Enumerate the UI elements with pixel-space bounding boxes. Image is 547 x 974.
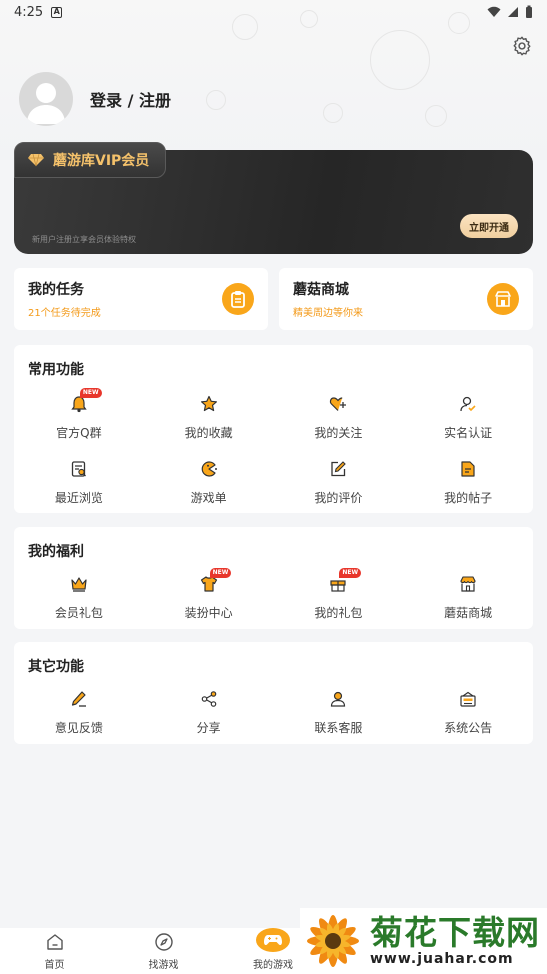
common-functions-card: 常用功能 NEW 官方Q群 我的收藏 我的关注 实名认证 最近浏览 游戏单 我的…	[14, 345, 533, 513]
gamepad-icon	[256, 928, 290, 952]
grid-item-label: 装扮中心	[184, 606, 233, 620]
grid-item-label: 系统公告	[444, 721, 493, 735]
pen-icon	[68, 688, 90, 710]
watermark-logo: 菊花下载网 www.juahar.com	[300, 908, 547, 974]
grid-item-label: 我的礼包	[314, 606, 363, 620]
grid-item-label: 意见反馈	[54, 721, 103, 735]
new-badge: NEW	[339, 568, 362, 578]
grid-item-label: 会员礼包	[54, 606, 103, 620]
pacman-icon	[198, 458, 220, 480]
my-tasks-subtitle: 21个任务待完成	[28, 308, 101, 319]
status-bar: 4:25 A	[0, 0, 547, 24]
mushroom-store-subtitle: 精美周边等你来	[293, 308, 363, 319]
grid-item-favorites[interactable]: 我的收藏	[144, 389, 274, 454]
my-tasks-card[interactable]: 我的任务 21个任务待完成	[14, 268, 268, 330]
nav-find-games-label: 找游戏	[148, 960, 179, 971]
person-icon	[327, 688, 349, 710]
grid-item-label: 分享	[196, 721, 221, 735]
star-icon	[198, 393, 220, 415]
gift-icon: NEW	[327, 568, 362, 595]
grid-item-customer-service[interactable]: 联系客服	[274, 684, 404, 749]
grid-item-label: 实名认证	[444, 426, 493, 440]
home-icon	[46, 934, 63, 950]
grid-item-member-gift[interactable]: 会员礼包	[14, 569, 144, 634]
my-welfare-card: 我的福利 会员礼包 NEW 装扮中心 NEW 我的礼包 蘑菇商城	[14, 527, 533, 629]
new-badge: NEW	[79, 388, 102, 398]
grid-item-real-name[interactable]: 实名认证	[403, 389, 533, 454]
vip-subtitle: 新用户注册立享会员体验特权	[32, 235, 136, 244]
signal-icon	[508, 7, 518, 17]
grid-item-label: 官方Q群	[56, 426, 102, 440]
mushroom-store-card[interactable]: 蘑菇商城 精美周边等你来	[279, 268, 533, 330]
crown-icon	[68, 573, 90, 595]
document-icon	[457, 458, 479, 480]
status-time: 4:25	[14, 4, 44, 20]
notification-icon: A	[51, 6, 63, 18]
profile-section[interactable]: 登录 / 注册	[19, 72, 171, 126]
grid-item-dress-up[interactable]: NEW 装扮中心	[144, 568, 274, 634]
gear-icon	[513, 36, 531, 56]
edit-icon	[327, 458, 349, 480]
vip-open-button[interactable]: 立即开通	[460, 214, 518, 238]
battery-icon	[526, 5, 532, 18]
heart-plus-icon	[327, 393, 349, 415]
vip-title: 蘑游库VIP会员	[53, 153, 150, 169]
vip-tag: 蘑游库VIP会员	[14, 142, 166, 178]
grid-item-mushroom-store[interactable]: 蘑菇商城	[403, 569, 533, 634]
avatar[interactable]	[19, 72, 73, 126]
nav-home-label: 首页	[44, 960, 65, 971]
grid-item-posts[interactable]: 我的帖子	[403, 454, 533, 519]
grid-item-label: 我的帖子	[444, 491, 493, 505]
my-welfare-title: 我的福利	[28, 544, 84, 560]
my-tasks-title: 我的任务	[28, 282, 84, 298]
grid-item-label: 我的关注	[314, 426, 363, 440]
grid-item-announcement[interactable]: 系统公告	[403, 684, 533, 749]
shirt-icon: NEW	[198, 568, 232, 595]
grid-item-following[interactable]: 我的关注	[274, 389, 404, 454]
new-badge: NEW	[209, 568, 232, 578]
shop-icon	[457, 573, 479, 595]
nav-my-games-label: 我的游戏	[253, 960, 293, 971]
grid-item-label: 最近浏览	[54, 491, 103, 505]
bell-icon: NEW	[68, 388, 102, 415]
grid-item-game-list[interactable]: 游戏单	[144, 454, 274, 519]
diamond-icon	[28, 153, 44, 167]
nav-find-games[interactable]: 找游戏	[109, 928, 218, 974]
watermark-title: 菊花下载网	[370, 913, 540, 952]
login-register-link[interactable]: 登录 / 注册	[90, 87, 171, 111]
grid-item-label: 我的评价	[314, 491, 363, 505]
chrysanthemum-logo-icon	[300, 908, 366, 974]
grid-item-official-qq[interactable]: NEW 官方Q群	[14, 388, 144, 454]
history-icon	[68, 458, 90, 480]
announcement-icon	[457, 688, 479, 710]
wifi-icon	[487, 6, 501, 17]
settings-button[interactable]	[511, 35, 533, 57]
grid-item-my-gifts[interactable]: NEW 我的礼包	[274, 568, 404, 634]
grid-item-label: 游戏单	[190, 491, 227, 505]
other-functions-title: 其它功能	[28, 659, 84, 675]
grid-item-label: 蘑菇商城	[444, 606, 493, 620]
clipboard-icon	[222, 283, 254, 315]
grid-item-label: 联系客服	[314, 721, 363, 735]
mushroom-store-title: 蘑菇商城	[293, 282, 349, 298]
compass-icon	[154, 933, 173, 951]
grid-item-feedback[interactable]: 意见反馈	[14, 684, 144, 749]
common-functions-title: 常用功能	[28, 362, 84, 378]
default-avatar-icon	[27, 83, 65, 124]
other-functions-card: 其它功能 意见反馈 分享 联系客服 系统公告	[14, 642, 533, 744]
grid-item-reviews[interactable]: 我的评价	[274, 454, 404, 519]
grid-item-share[interactable]: 分享	[144, 684, 274, 749]
store-icon	[487, 283, 519, 315]
user-check-icon	[457, 393, 479, 415]
nav-home[interactable]: 首页	[0, 928, 109, 974]
watermark-url: www.juahar.com	[370, 951, 514, 967]
share-icon	[198, 688, 220, 710]
grid-item-label: 我的收藏	[184, 426, 233, 440]
grid-item-recent[interactable]: 最近浏览	[14, 454, 144, 519]
